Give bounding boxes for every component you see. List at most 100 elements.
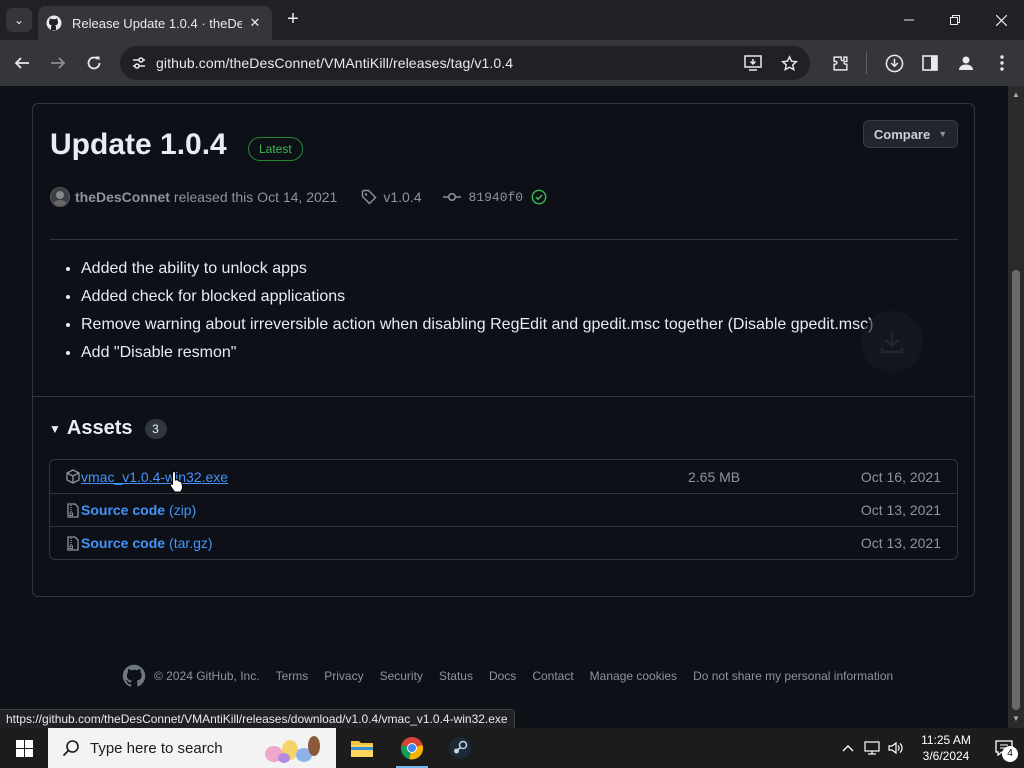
side-panel-icon[interactable] <box>918 51 942 75</box>
restore-icon[interactable] <box>932 0 978 40</box>
git-commit-icon <box>443 192 462 202</box>
package-icon <box>66 468 80 484</box>
notification-count-badge: 4 <box>1002 746 1018 762</box>
release-note-item: Added check for blocked applications <box>81 286 873 314</box>
compare-button[interactable]: Compare ▼ <box>863 120 958 148</box>
minimize-icon[interactable] <box>886 0 932 40</box>
site-info-tune-icon[interactable] <box>128 52 150 74</box>
asset-download-link[interactable]: vmac_v1.0.4-win32.exe <box>81 469 228 485</box>
close-window-icon[interactable] <box>978 0 1024 40</box>
taskbar-steam-icon[interactable] <box>436 728 484 768</box>
tag-icon <box>362 189 377 205</box>
assets-title: Assets <box>66 417 133 439</box>
footer-link-manage-cookies[interactable]: Manage cookies <box>590 669 677 683</box>
bookmark-star-icon[interactable] <box>778 52 800 74</box>
scroll-down-arrow-icon[interactable]: ▼ <box>1012 714 1020 723</box>
screen: ⌄ Release Update 1.0.4 · theDesC ✕ + git… <box>0 0 1024 768</box>
taskbar-file-explorer-icon[interactable] <box>338 728 386 768</box>
latest-badge: Latest <box>248 137 303 161</box>
downloads-icon[interactable] <box>882 51 906 75</box>
release-note-item: Add "Disable resmon" <box>81 342 873 370</box>
asset-size: 2.65 MB <box>688 468 741 485</box>
footer-link-docs[interactable]: Docs <box>489 669 516 683</box>
tab-close-icon[interactable]: ✕ <box>246 15 264 31</box>
profile-avatar-icon[interactable] <box>954 51 978 75</box>
source-code-zip-link[interactable]: Source code (zip) <box>81 502 196 518</box>
footer-link-privacy[interactable]: Privacy <box>324 669 363 683</box>
asset-date: Oct 16, 2021 <box>860 468 941 485</box>
divider <box>50 239 958 240</box>
file-zip-icon <box>66 535 80 551</box>
assets-count-badge: 3 <box>144 418 167 439</box>
scrollbar-thumb[interactable] <box>1012 270 1020 710</box>
tag-group[interactable]: v1.0.4 <box>361 189 421 205</box>
taskbar-chrome-icon[interactable] <box>388 728 436 768</box>
window-controls <box>886 0 1024 40</box>
commit-group[interactable]: 81940f0 <box>443 189 547 205</box>
github-release-page: Update 1.0.4 Latest Compare ▼ theDesConn… <box>0 86 1008 728</box>
release-meta: theDesConnet released this Oct 14, 2021 … <box>50 186 547 208</box>
released-text: released this Oct 14, 2021 <box>173 189 338 205</box>
release-title[interactable]: Update 1.0.4 <box>50 128 227 162</box>
source-code-label: Source code <box>81 535 166 551</box>
divider <box>33 396 974 397</box>
toolbar-divider <box>866 52 867 74</box>
github-favicon-icon <box>46 15 62 31</box>
browser-tab-strip: ⌄ Release Update 1.0.4 · theDesC ✕ + <box>0 0 1024 40</box>
network-icon[interactable] <box>860 728 884 768</box>
tag-label: v1.0.4 <box>383 189 422 205</box>
release-notes: Added the ability to unlock apps Added c… <box>81 258 873 370</box>
extensions-puzzle-icon[interactable] <box>828 51 852 75</box>
asset-row: Source code (zip) Oct 13, 2021 <box>50 493 957 526</box>
commit-hash: 81940f0 <box>468 189 524 205</box>
forward-arrow-icon[interactable] <box>46 51 70 75</box>
footer-link-do-not-share[interactable]: Do not share my personal information <box>693 669 893 683</box>
assets-toggle[interactable]: ▼ Assets 3 <box>49 417 167 440</box>
asset-date: Oct 13, 2021 <box>860 535 941 551</box>
browser-tab-active[interactable]: Release Update 1.0.4 · theDesC ✕ <box>38 6 272 40</box>
notification-center-icon[interactable]: 4 <box>984 728 1024 768</box>
source-code-label: Source code <box>81 502 166 518</box>
site-footer: © 2024 GitHub, Inc. Terms Privacy Securi… <box>122 664 893 688</box>
asset-date: Oct 13, 2021 <box>860 502 941 518</box>
download-overlay-icon[interactable] <box>861 311 923 373</box>
source-code-targz-link[interactable]: Source code (tar.gz) <box>81 535 213 551</box>
asset-row: vmac_v1.0.4-win32.exe 2.65 MB Oct 16, 20… <box>50 460 957 493</box>
triangle-down-icon: ▼ <box>49 421 61 436</box>
taskbar-clock[interactable]: 11:25 AM 3/6/2024 <box>908 732 984 764</box>
system-tray: 11:25 AM 3/6/2024 4 <box>836 728 1024 768</box>
show-hidden-icons-chevron-up-icon[interactable] <box>836 728 860 768</box>
github-logo-icon[interactable] <box>122 664 146 688</box>
easter-eggs-icon <box>265 736 320 763</box>
search-icon <box>62 740 79 757</box>
footer-link-terms[interactable]: Terms <box>276 669 309 683</box>
scroll-up-arrow-icon[interactable]: ▲ <box>1012 90 1020 99</box>
caret-down-icon: ▼ <box>938 129 948 139</box>
tab-search-chevron-down-icon[interactable]: ⌄ <box>6 8 32 32</box>
windows-start-icon[interactable] <box>0 728 48 768</box>
footer-link-security[interactable]: Security <box>380 669 423 683</box>
asset-row: Source code (tar.gz) Oct 13, 2021 <box>50 526 957 559</box>
address-bar[interactable]: github.com/theDesConnet/VMAntiKill/relea… <box>120 46 810 80</box>
taskbar-search-box[interactable]: Type here to search <box>48 728 336 768</box>
footer-link-status[interactable]: Status <box>439 669 473 683</box>
verified-check-icon <box>531 189 547 205</box>
page-scrollbar[interactable]: ▲ ▼ <box>1008 86 1024 728</box>
omnibox-actions <box>742 52 800 74</box>
file-zip-icon <box>66 502 80 518</box>
source-code-ext: (zip) <box>169 502 197 518</box>
menu-kebab-icon[interactable] <box>990 51 1014 75</box>
reload-icon[interactable] <box>82 51 106 75</box>
new-tab-plus-icon[interactable]: + <box>282 8 304 32</box>
footer-copyright: © 2024 GitHub, Inc. <box>154 669 260 683</box>
install-app-icon[interactable] <box>742 52 764 74</box>
release-card: Update 1.0.4 Latest Compare ▼ theDesConn… <box>32 103 975 597</box>
footer-link-contact[interactable]: Contact <box>532 669 573 683</box>
clock-time: 11:25 AM <box>921 733 971 747</box>
compare-label: Compare <box>873 126 931 142</box>
search-placeholder: Type here to search <box>90 739 223 757</box>
author-link[interactable]: theDesConnet <box>75 189 170 205</box>
back-arrow-icon[interactable] <box>10 51 34 75</box>
author-avatar[interactable] <box>50 187 70 207</box>
volume-icon[interactable] <box>884 728 908 768</box>
